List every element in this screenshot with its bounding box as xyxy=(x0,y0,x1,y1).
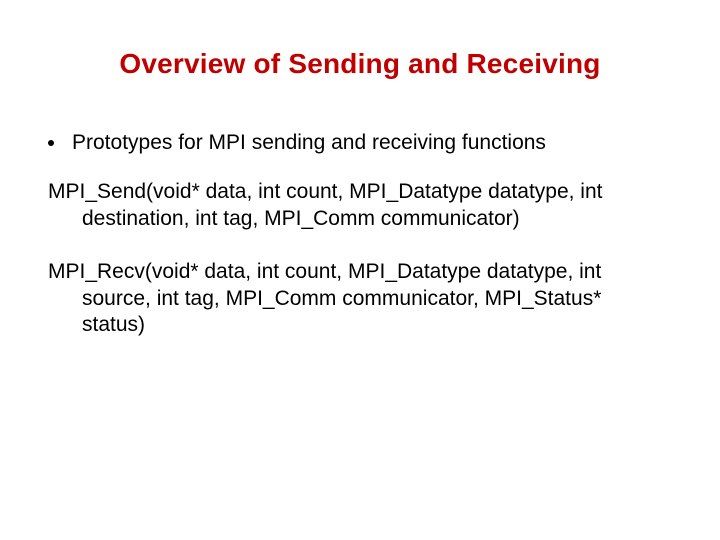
code-line: MPI_Send(void* data, int count, MPI_Data… xyxy=(48,180,603,203)
mpi-send-prototype: MPI_Send(void* data, int count, MPI_Data… xyxy=(48,179,672,233)
code-line: source, int tag, MPI_Comm communicator, … xyxy=(48,286,672,313)
bullet-item: Prototypes for MPI sending and receiving… xyxy=(48,130,672,157)
mpi-recv-prototype: MPI_Recv(void* data, int count, MPI_Data… xyxy=(48,259,672,340)
bullet-icon xyxy=(48,140,54,146)
code-line: status) xyxy=(48,312,672,339)
bullet-text: Prototypes for MPI sending and receiving… xyxy=(72,130,672,157)
code-line: MPI_Recv(void* data, int count, MPI_Data… xyxy=(48,260,601,283)
slide: Overview of Sending and Receiving Protot… xyxy=(0,0,720,540)
slide-title: Overview of Sending and Receiving xyxy=(0,48,720,80)
slide-body: Prototypes for MPI sending and receiving… xyxy=(48,130,672,365)
code-line: destination, int tag, MPI_Comm communica… xyxy=(48,206,672,233)
